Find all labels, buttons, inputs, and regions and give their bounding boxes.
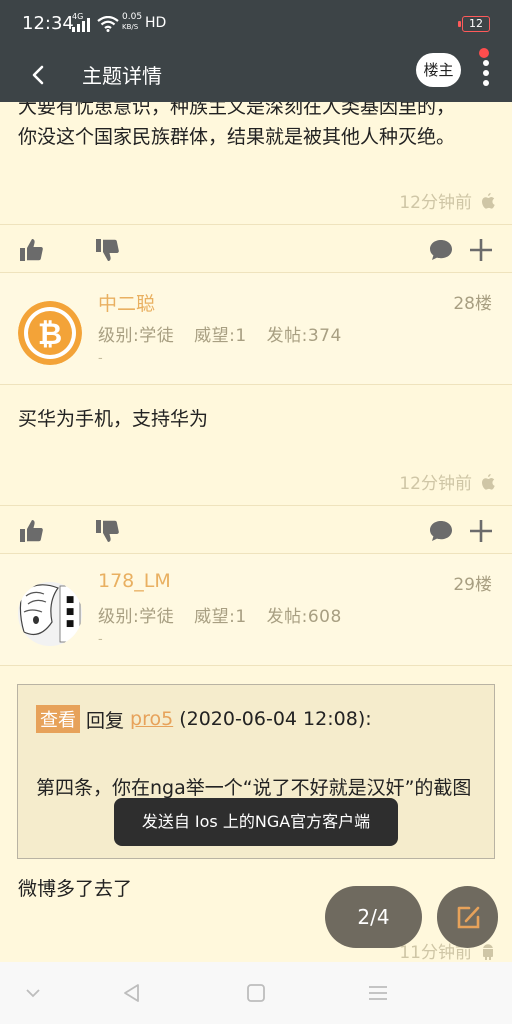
edit-icon [457, 906, 480, 929]
battery-icon: 12 [458, 16, 490, 32]
thumbs-down-icon[interactable] [94, 237, 120, 263]
thumbs-up-icon[interactable] [18, 237, 44, 263]
avatar[interactable]: ₿ [18, 301, 82, 365]
post-actions [0, 225, 512, 273]
speed-unit: KB/S [122, 23, 139, 31]
status-bar: 12:34 4G 0.05 KB/S HD 12 [0, 0, 512, 48]
author-block: ■ ■ ■ 178_LM 29楼 级别:学徒 威望:1 发帖:608 - [0, 554, 512, 666]
back-button[interactable] [22, 58, 56, 92]
author-only-button[interactable]: 楼主 [416, 53, 461, 87]
network-speed: 0.05 KB/S [122, 12, 142, 32]
plus-icon[interactable] [468, 518, 494, 544]
comment-icon[interactable] [428, 518, 454, 544]
dot [483, 60, 489, 66]
quote-header: 查看 回复 pro5 (2020-06-04 12:08): [36, 705, 372, 733]
chevron-down-icon[interactable] [20, 980, 46, 1006]
thumbs-up-icon[interactable] [18, 518, 44, 544]
bitcoin-icon: ₿ [18, 301, 82, 365]
avatar[interactable]: ■ ■ ■ [18, 582, 82, 646]
quoted-user-link[interactable]: pro5 [130, 708, 173, 730]
svg-text:₿: ₿ [38, 317, 62, 352]
author-level: 级别:学徒 [98, 607, 175, 627]
anime-avatar: ■ ■ ■ [18, 582, 82, 646]
page-indicator-button[interactable]: 2/4 [325, 886, 422, 948]
plus-icon[interactable] [468, 237, 494, 263]
divider [0, 384, 512, 385]
author-prestige: 威望:1 [194, 326, 247, 346]
author-meta: 级别:学徒 威望:1 发帖:608 [98, 602, 356, 627]
page-title: 主题详情 [82, 64, 162, 88]
toast-message: 发送自 Ios 上的NGA官方客户端 [114, 798, 398, 846]
thumbs-down-icon[interactable] [94, 518, 120, 544]
home-nav-icon[interactable] [243, 980, 269, 1006]
author-name[interactable]: 中二聪 [98, 289, 155, 316]
view-quote-button[interactable]: 查看 [36, 705, 80, 733]
post-timestamp: 12分钟前 [399, 469, 496, 494]
dot [483, 70, 489, 76]
svg-text:■: ■ [66, 595, 75, 605]
svg-text:■: ■ [66, 607, 75, 617]
post-line: 你没这个国家民族群体，结果就是被其他人种灭绝。 [18, 126, 456, 148]
wifi-icon [97, 16, 119, 32]
author-post-count: 发帖:608 [266, 607, 342, 627]
author-meta: 级别:学徒 威望:1 发帖:374 [98, 321, 356, 346]
floor-number: 29楼 [453, 575, 492, 595]
system-nav-bar [0, 962, 512, 1024]
apple-icon [482, 192, 495, 209]
author-level: 级别:学徒 [98, 326, 175, 346]
dot [483, 80, 489, 86]
author-post-count: 发帖:374 [266, 326, 342, 346]
author-signature: - [98, 632, 103, 647]
status-time: 12:34 [22, 13, 74, 34]
author-block: ₿ 中二聪 28楼 级别:学徒 威望:1 发帖:374 - [0, 273, 512, 385]
author-signature: - [98, 351, 103, 366]
post-body: 买华为手机，支持华为 [18, 408, 209, 430]
comment-icon[interactable] [428, 237, 454, 263]
notification-dot [479, 48, 489, 58]
post-timestamp: 12分钟前 [399, 188, 496, 213]
speed-value: 0.05 [122, 12, 143, 22]
divider [0, 665, 512, 666]
reply-prefix: 回复 [86, 709, 125, 732]
author-prestige: 威望:1 [194, 607, 247, 627]
post-body: 大要有忧患意识，种族主义是深刻在人类基因里的， 你没这个国家民族群体，结果就是被… [18, 102, 455, 152]
time-text: 12分钟前 [399, 193, 472, 213]
hd-indicator: HD [145, 15, 167, 31]
menu-nav-icon[interactable] [365, 980, 391, 1006]
reply-fab[interactable] [437, 886, 498, 948]
time-text: 12分钟前 [399, 474, 472, 494]
post-line: 大要有忧患意识，种族主义是深刻在人类基因里的， [18, 102, 456, 118]
svg-text:■: ■ [66, 619, 75, 629]
post-actions [0, 506, 512, 554]
back-nav-icon[interactable] [119, 980, 145, 1006]
floor-number: 28楼 [453, 294, 492, 314]
author-name[interactable]: 178_LM [98, 570, 171, 592]
apple-icon [482, 473, 495, 490]
app-bar: 主题详情 楼主 [0, 48, 512, 102]
quoted-time: (2020-06-04 12:08): [179, 708, 372, 730]
post-body: 微博多了去了 [18, 878, 133, 900]
